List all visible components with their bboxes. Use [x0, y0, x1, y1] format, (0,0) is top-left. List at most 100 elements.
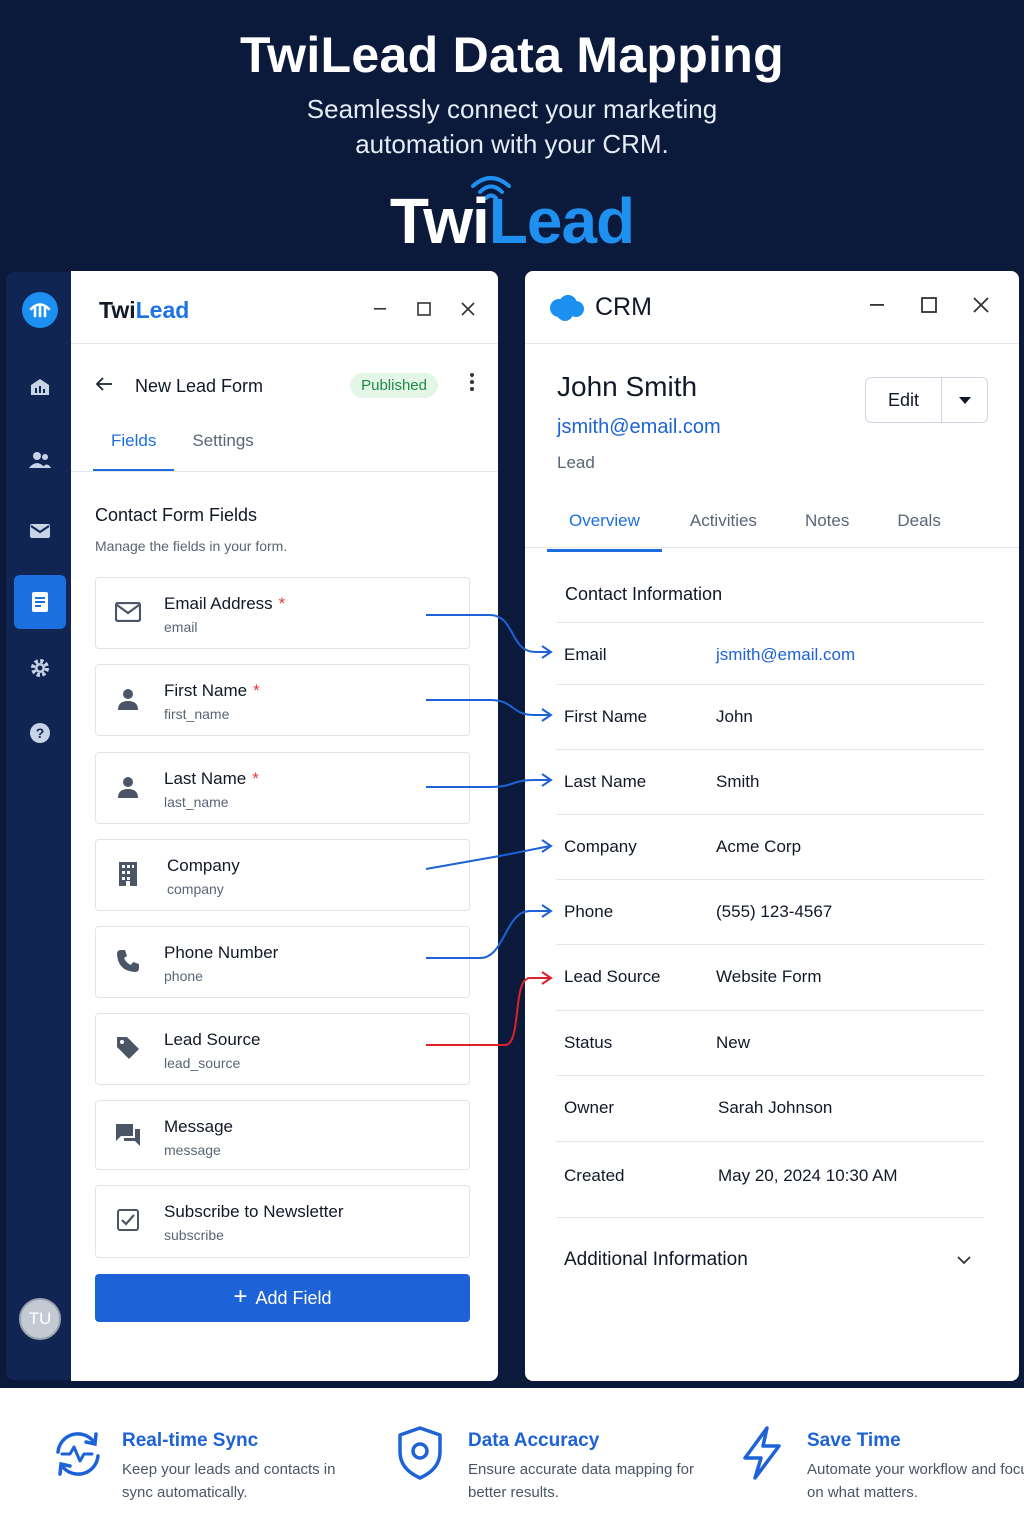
- field-label: Email Address *: [164, 594, 285, 614]
- minimize-icon[interactable]: [851, 291, 903, 319]
- info-row-lead-source: Lead Source Website Form: [556, 944, 985, 1009]
- twilead-logo-large: TwiLead: [0, 184, 1024, 258]
- add-field-label: Add Field: [255, 1287, 332, 1308]
- info-value: Sarah Johnson: [718, 1098, 833, 1117]
- svg-text:?: ?: [36, 725, 45, 741]
- lightning-icon: [743, 1426, 781, 1480]
- tab-overview[interactable]: Overview: [547, 511, 662, 552]
- field-card-phone[interactable]: Phone Number phone: [95, 926, 470, 998]
- info-row-company: Company Acme Corp: [556, 814, 985, 879]
- add-field-button[interactable]: + Add Field: [95, 1274, 470, 1322]
- sync-icon: [56, 1432, 100, 1476]
- required-marker: *: [278, 594, 286, 613]
- info-label: Lead Source: [564, 967, 661, 986]
- edit-button[interactable]: Edit: [866, 378, 942, 422]
- info-label: Phone: [564, 902, 614, 921]
- info-row-email: Email jsmith@email.com: [556, 622, 985, 687]
- field-key: last_name: [164, 794, 229, 810]
- status-badge: Published: [350, 373, 438, 398]
- field-label-text: Last Name: [164, 769, 247, 788]
- info-row-first-name: First Name John: [556, 684, 985, 749]
- sidebar-nav: ? TU: [6, 272, 71, 1380]
- additional-info-accordion[interactable]: Additional Information: [556, 1217, 985, 1297]
- nav-users-icon[interactable]: [20, 440, 60, 480]
- shield-icon: [398, 1426, 442, 1480]
- field-card-company[interactable]: Company company: [95, 839, 470, 911]
- header-divider: [71, 343, 498, 344]
- contact-name: John Smith: [557, 371, 698, 402]
- nav-forms-icon[interactable]: [14, 575, 66, 629]
- contact-email-link[interactable]: jsmith@email.com: [557, 416, 721, 439]
- info-value: (555) 123-4567: [716, 902, 833, 921]
- feature-title: Save Time: [807, 1430, 901, 1451]
- nav-dashboard-icon[interactable]: [20, 367, 60, 407]
- field-card-subscribe[interactable]: Subscribe to Newsletter subscribe: [95, 1185, 470, 1258]
- close-icon[interactable]: [955, 291, 1007, 319]
- tabs-divider: [71, 471, 498, 472]
- field-card-lead-source[interactable]: Lead Source lead_source: [95, 1013, 470, 1085]
- nav-help-icon[interactable]: ?: [20, 713, 60, 753]
- tag-icon: [114, 1034, 142, 1062]
- section-description: Manage the fields in your form.: [95, 538, 288, 554]
- nav-settings-icon[interactable]: [20, 648, 60, 688]
- field-card-last-name[interactable]: Last Name * last_name: [95, 752, 470, 824]
- crm-header: CRM: [547, 293, 652, 322]
- phone-icon: [114, 947, 142, 975]
- logo-lead-small: Lead: [135, 297, 190, 323]
- form-header: New Lead Form Published: [95, 371, 474, 401]
- field-card-message[interactable]: Message message: [95, 1100, 470, 1170]
- maximize-icon[interactable]: [402, 295, 446, 323]
- info-value: John: [716, 707, 753, 726]
- cloud-icon: [550, 294, 584, 321]
- field-card-email[interactable]: Email Address * email: [95, 577, 470, 649]
- info-label: Owner: [564, 1098, 615, 1117]
- field-key: lead_source: [164, 1055, 241, 1071]
- user-avatar[interactable]: TU: [19, 1298, 61, 1340]
- nav-mail-icon[interactable]: [20, 511, 60, 551]
- field-label: Lead Source: [164, 1030, 261, 1049]
- twilead-window: TwiLead New Lead Form Published Fields S…: [71, 271, 498, 1381]
- plus-icon: +: [233, 1282, 248, 1310]
- caret-down-icon[interactable]: [942, 378, 987, 422]
- crm-window: CRM John Smith jsmith@email.com Lead Edi…: [525, 271, 1019, 1381]
- tab-settings[interactable]: Settings: [174, 431, 271, 472]
- info-label: First Name: [564, 707, 648, 726]
- maximize-icon[interactable]: [903, 291, 955, 319]
- chevron-down-icon: [957, 1252, 971, 1270]
- tab-fields[interactable]: Fields: [93, 431, 175, 472]
- field-label: Subscribe to Newsletter: [164, 1202, 344, 1221]
- field-card-first-name[interactable]: First Name * first_name: [95, 664, 470, 736]
- crm-title: CRM: [595, 293, 652, 321]
- more-options-icon[interactable]: [470, 373, 474, 397]
- tab-notes[interactable]: Notes: [779, 511, 871, 552]
- field-key: company: [167, 881, 224, 897]
- info-row-phone: Phone (555) 123-4567: [556, 879, 985, 944]
- info-value[interactable]: jsmith@email.com: [716, 645, 855, 665]
- form-tabs: Fields Settings: [93, 431, 272, 472]
- tab-activities[interactable]: Activities: [662, 511, 779, 552]
- info-label: Status: [564, 1033, 613, 1052]
- app-logo-icon[interactable]: [22, 292, 58, 328]
- field-label: Phone Number: [164, 943, 279, 962]
- logo-lead: Lead: [488, 185, 635, 257]
- tabs-divider: [525, 547, 1019, 548]
- back-arrow-icon[interactable]: [95, 375, 123, 398]
- additional-info-label: Additional Information: [564, 1249, 748, 1270]
- tab-deals[interactable]: Deals: [871, 511, 962, 552]
- info-row-status: Status New: [556, 1010, 985, 1075]
- minimize-icon[interactable]: [358, 295, 402, 323]
- mail-icon: [114, 598, 142, 626]
- hero-subtitle: Seamlessly connect your marketing automa…: [306, 94, 718, 159]
- close-icon[interactable]: [446, 295, 490, 323]
- feature-description: Ensure accurate data mapping for better …: [468, 1461, 694, 1501]
- info-label: Created: [564, 1166, 625, 1185]
- info-value: Smith: [716, 772, 760, 791]
- chat-icon: [114, 1121, 142, 1149]
- window-controls: [851, 291, 1007, 319]
- section-title: Contact Form Fields: [95, 505, 258, 525]
- field-key: email: [164, 619, 198, 635]
- crm-tabs: Overview Activities Notes Deals: [547, 511, 963, 552]
- info-value: New: [716, 1033, 751, 1052]
- contact-info-title: Contact Information: [565, 584, 723, 604]
- field-label: First Name *: [164, 681, 260, 701]
